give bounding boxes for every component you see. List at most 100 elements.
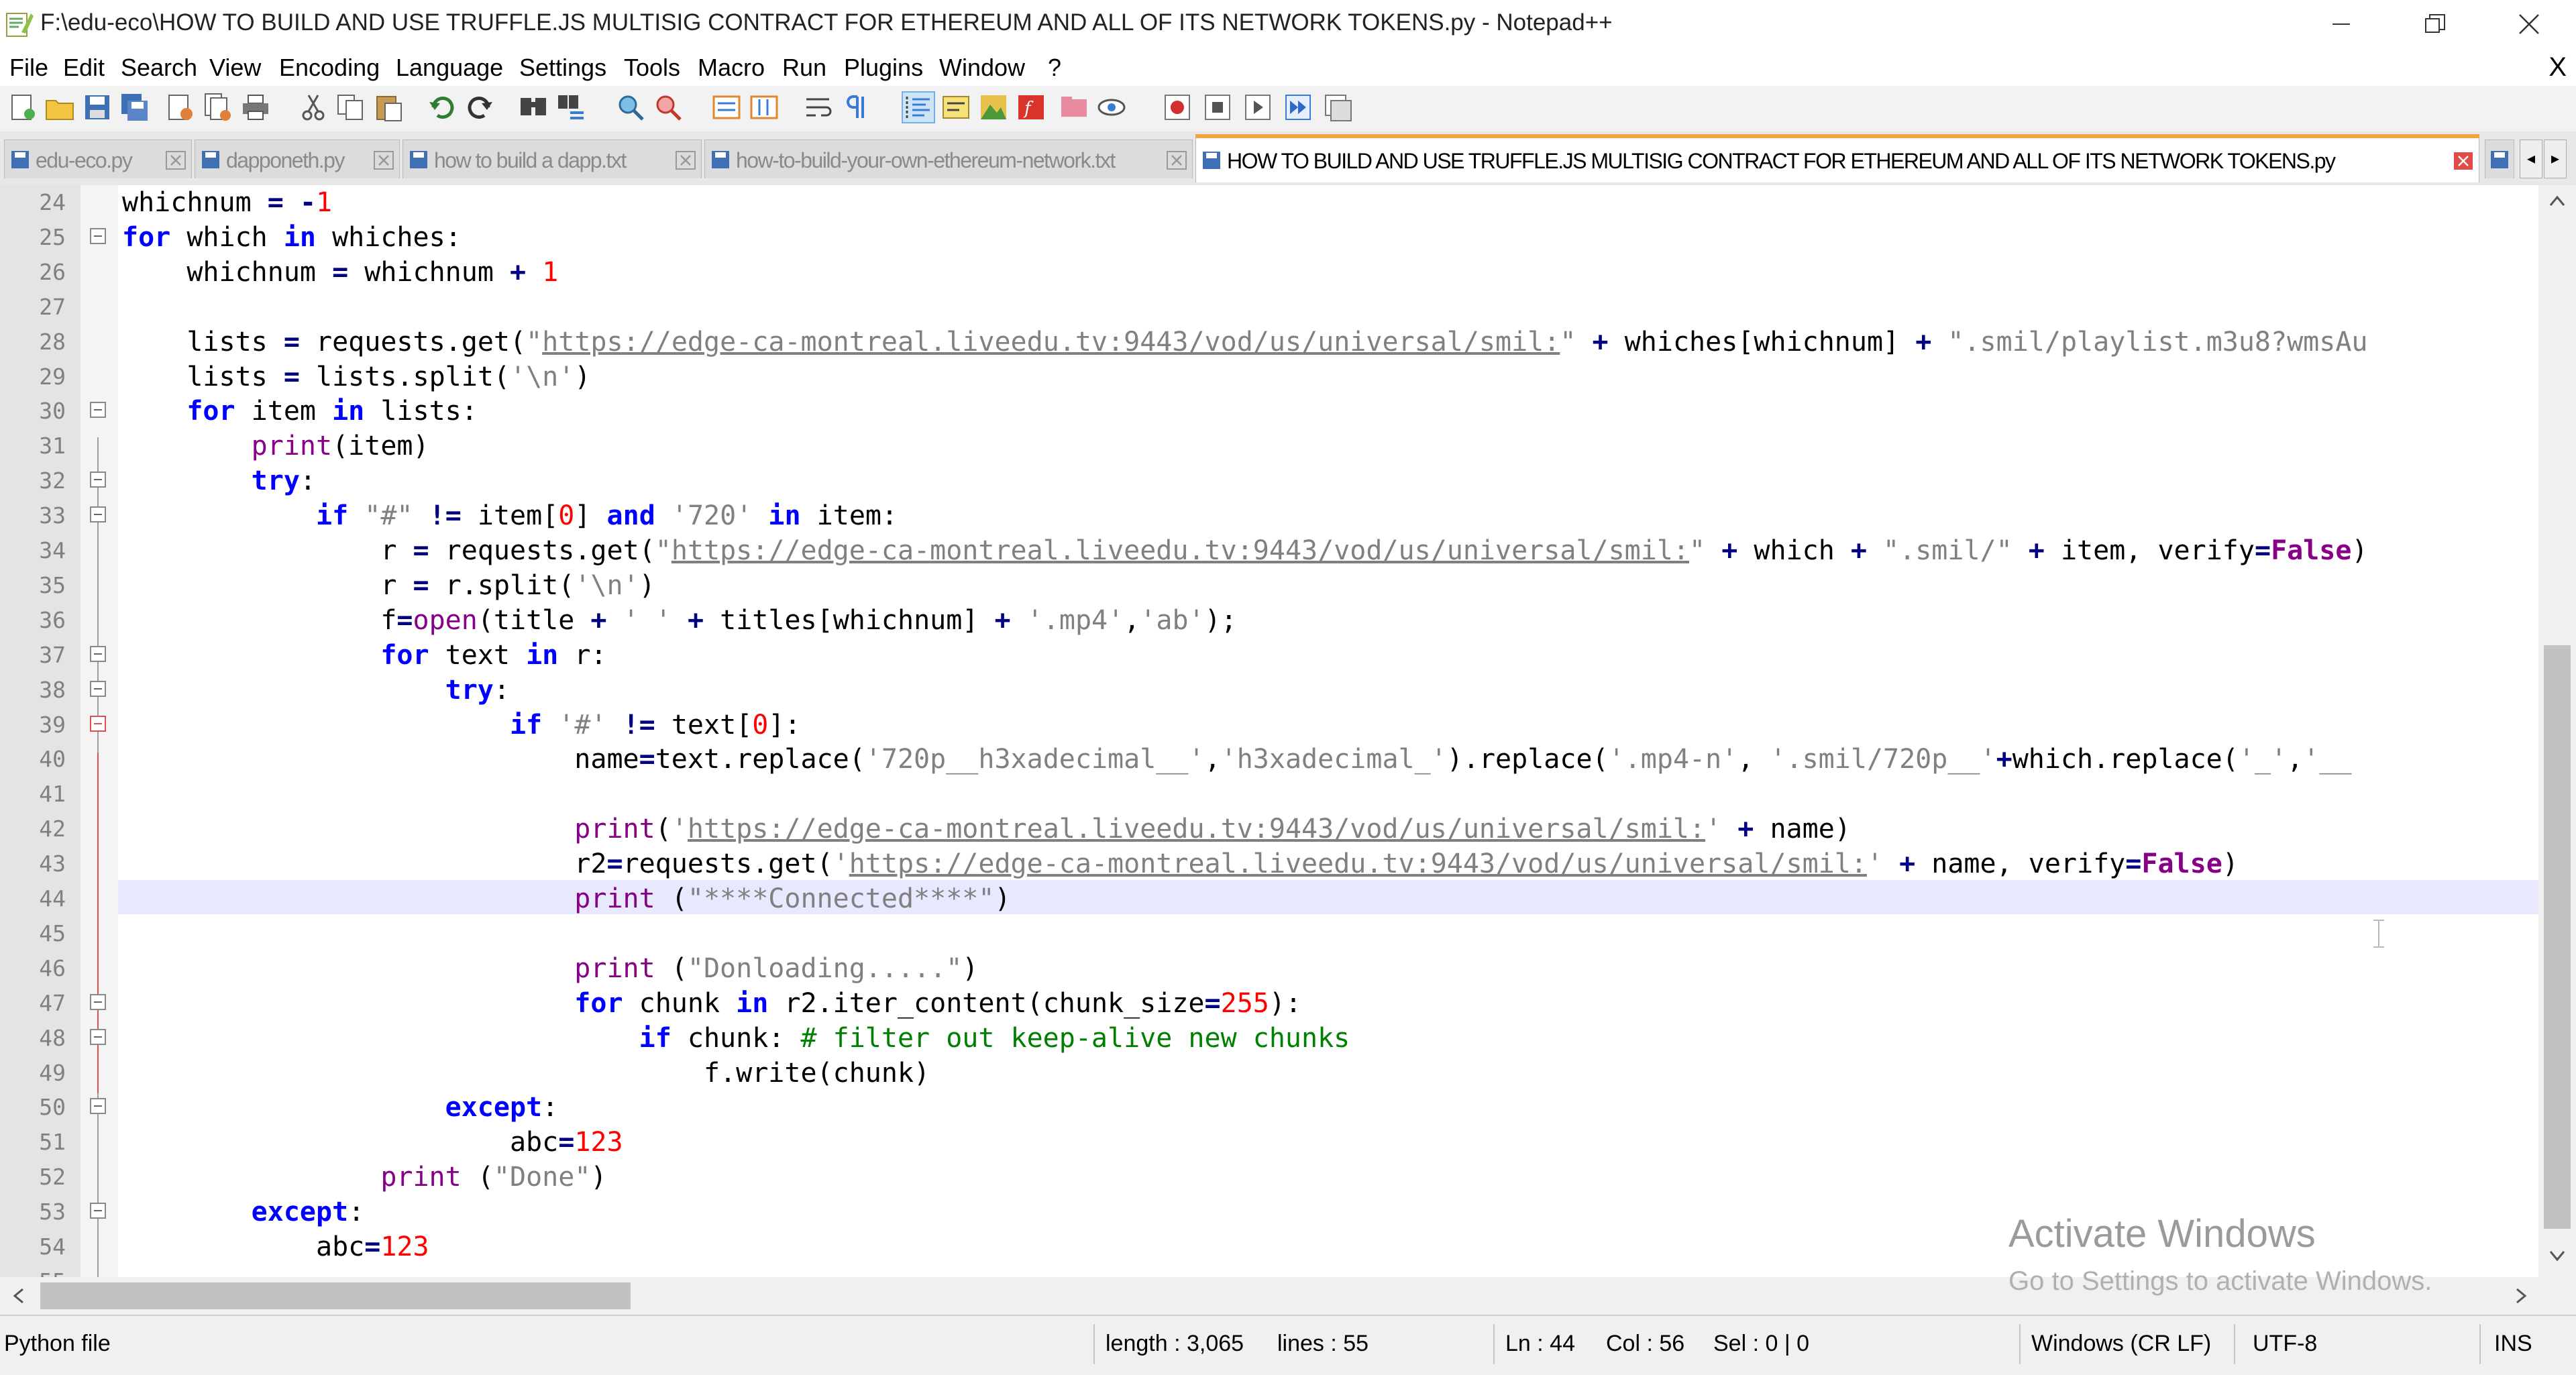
restore-icon	[2425, 14, 2445, 33]
fold-collapse-icon[interactable]	[90, 506, 106, 523]
undo-icon[interactable]	[427, 93, 458, 122]
close-all-icon[interactable]	[203, 93, 233, 122]
menu-tools[interactable]: Tools	[624, 54, 680, 82]
show-all-characters-icon[interactable]	[841, 93, 872, 122]
copy-icon[interactable]	[335, 93, 366, 122]
chevron-right-icon[interactable]	[2513, 1286, 2529, 1305]
play-macro-icon[interactable]	[1242, 93, 1273, 122]
menu-plugins[interactable]: Plugins	[844, 54, 923, 82]
line-number: 48	[39, 1024, 66, 1051]
menu-view[interactable]: View	[209, 54, 261, 82]
close-file-icon[interactable]	[165, 93, 196, 122]
horizontal-scroll-thumb[interactable]	[40, 1282, 631, 1309]
run-macro-multiple-icon[interactable]	[1283, 93, 1313, 122]
close-icon[interactable]	[2453, 152, 2473, 170]
close-icon[interactable]	[1167, 151, 1187, 170]
word-wrap-icon[interactable]	[804, 93, 835, 122]
zoom-in-icon[interactable]	[616, 93, 647, 122]
tab-label: how-to-build-your-own-ethereum-network.t…	[736, 148, 1116, 172]
status-length: length : 3,065	[1106, 1331, 1244, 1356]
tab-scroll-right-button[interactable]: ▸	[2544, 140, 2567, 178]
code-text: print(item)	[251, 431, 429, 462]
close-document-button[interactable]: X	[2548, 52, 2567, 82]
close-window-button[interactable]	[2482, 0, 2576, 48]
zoom-out-icon[interactable]	[653, 93, 684, 122]
document-map-icon[interactable]	[978, 93, 1009, 122]
restore-button[interactable]	[2388, 0, 2482, 48]
code-text: f.write(chunk)	[122, 1057, 930, 1089]
fold-collapse-icon[interactable]	[90, 715, 106, 732]
indent-guide-icon[interactable]	[902, 91, 935, 123]
tab-how-to-build-a-dapp[interactable]: how to build a dapp.txt	[402, 140, 702, 178]
monitoring-eye-icon[interactable]	[1096, 93, 1127, 122]
code-editor[interactable]: 24 whichnum = -1 25 for which in whiches…	[0, 185, 2538, 1282]
tab-overflow[interactable]	[2485, 140, 2514, 178]
minimize-button[interactable]	[2294, 0, 2388, 48]
tab-label: HOW TO BUILD AND USE TRUFFLE.JS MULTISIG…	[1227, 149, 2336, 173]
fold-collapse-icon[interactable]	[90, 680, 106, 697]
activate-windows-subtitle: Go to Settings to activate Windows.	[2008, 1266, 2432, 1296]
code-line: 31 print(item)	[0, 429, 2538, 463]
open-folder-icon[interactable]	[44, 93, 75, 122]
chevron-up-icon[interactable]	[2548, 193, 2567, 209]
status-separator	[2234, 1324, 2235, 1364]
print-icon[interactable]	[240, 93, 271, 122]
chevron-left-icon[interactable]	[11, 1286, 27, 1305]
menu-edit[interactable]: Edit	[63, 54, 105, 82]
close-icon[interactable]	[374, 151, 394, 170]
line-number: 45	[39, 920, 66, 946]
redo-icon[interactable]	[464, 93, 495, 122]
save-all-icon[interactable]	[119, 93, 150, 122]
code-line: 48 if chunk: # filter out keep-alive new…	[0, 1021, 2538, 1056]
new-file-icon[interactable]	[7, 93, 38, 122]
chevron-down-icon[interactable]	[2548, 1248, 2567, 1264]
status-selection: Sel : 0 | 0	[1713, 1331, 1810, 1356]
fold-collapse-icon[interactable]	[90, 1203, 106, 1219]
code-text: except:	[251, 1197, 365, 1228]
menu-macro[interactable]: Macro	[698, 54, 765, 82]
tab-scroll-left-button[interactable]: ◂	[2520, 140, 2542, 178]
close-icon[interactable]	[676, 151, 696, 170]
file-icon	[11, 151, 29, 168]
menu-window[interactable]: Window	[939, 54, 1025, 82]
menu-settings[interactable]: Settings	[519, 54, 606, 82]
vertical-scroll-thumb[interactable]	[2544, 645, 2571, 1229]
code-text: for which in whiches:	[122, 221, 462, 253]
replace-icon[interactable]	[555, 93, 586, 122]
function-list-icon[interactable]: f	[1016, 93, 1046, 122]
line-number: 37	[39, 641, 66, 668]
tab-truffle-multisig[interactable]: HOW TO BUILD AND USE TRUFFLE.JS MULTISIG…	[1195, 134, 2479, 182]
menu-run[interactable]: Run	[782, 54, 826, 82]
cut-icon[interactable]	[298, 93, 329, 122]
fold-collapse-icon[interactable]	[90, 402, 106, 419]
record-macro-icon[interactable]	[1162, 93, 1193, 122]
fold-collapse-icon[interactable]	[90, 645, 106, 662]
menu-help[interactable]: ?	[1048, 54, 1061, 82]
tab-bar: edu-eco.py dapponeth.py how to build a d…	[0, 131, 2576, 185]
close-icon[interactable]	[166, 151, 186, 170]
folder-workspace-icon[interactable]	[1059, 93, 1089, 122]
tab-dapponeth[interactable]: dapponeth.py	[195, 140, 400, 178]
menu-search[interactable]: Search	[121, 54, 197, 82]
fold-collapse-icon[interactable]	[90, 227, 106, 244]
user-language-icon[interactable]	[941, 93, 971, 122]
save-macro-icon[interactable]	[1323, 93, 1354, 122]
stop-macro-icon[interactable]	[1202, 93, 1233, 122]
vertical-scrollbar[interactable]	[2538, 185, 2576, 1285]
fold-collapse-icon[interactable]	[90, 1098, 106, 1115]
menu-language[interactable]: Language	[396, 54, 503, 82]
save-icon[interactable]	[82, 93, 113, 122]
tab-edu-eco[interactable]: edu-eco.py	[4, 140, 192, 178]
sync-vertical-icon[interactable]	[711, 93, 742, 122]
tab-how-to-build-your-own-ethereum-network[interactable]: how-to-build-your-own-ethereum-network.t…	[704, 140, 1193, 178]
find-icon[interactable]	[518, 93, 549, 122]
code-text: if '#' != text[0]:	[509, 709, 801, 740]
sync-horizontal-icon[interactable]	[749, 93, 780, 122]
menu-file[interactable]: File	[9, 54, 48, 82]
menu-encoding[interactable]: Encoding	[279, 54, 380, 82]
fold-collapse-icon[interactable]	[90, 1028, 106, 1045]
fold-collapse-icon[interactable]	[90, 472, 106, 488]
fold-collapse-icon[interactable]	[90, 993, 106, 1010]
paste-icon[interactable]	[373, 93, 404, 122]
file-icon	[2491, 151, 2508, 168]
